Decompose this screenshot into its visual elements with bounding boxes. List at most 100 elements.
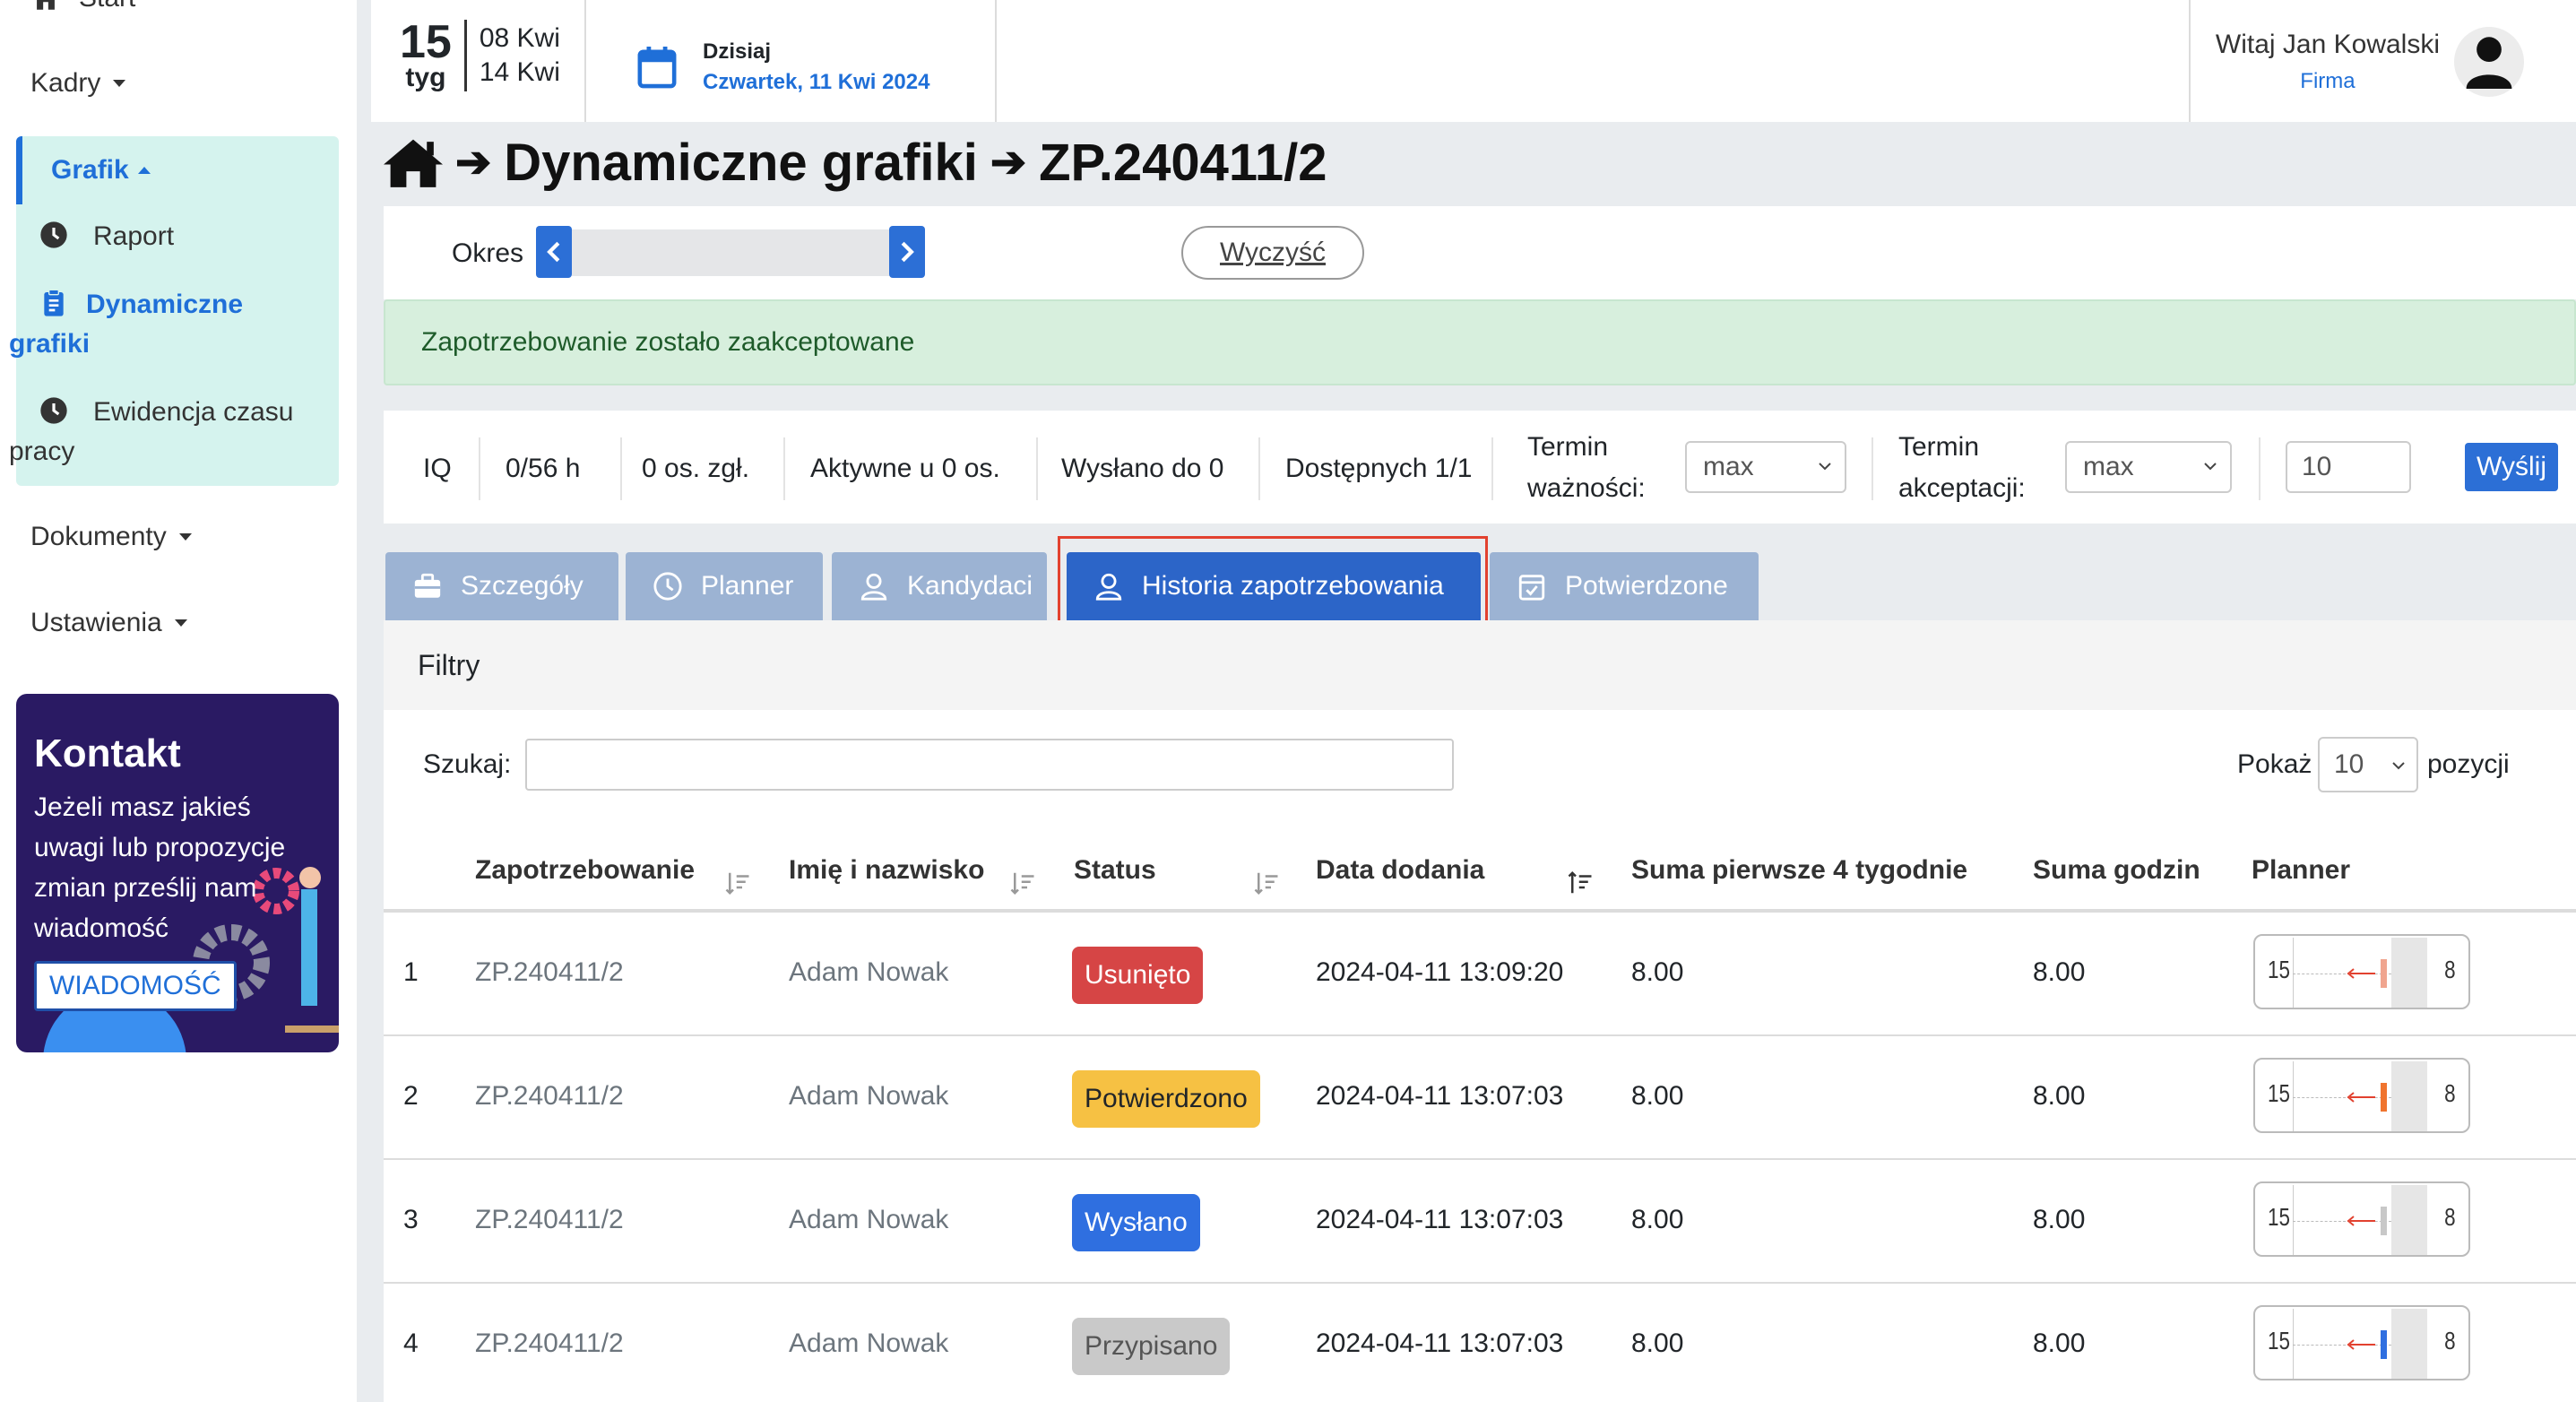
user-icon	[860, 573, 887, 601]
today-indicator[interactable]: Dzisiaj Czwartek, 11 Kwi 2024	[636, 39, 929, 95]
page-size-value: 10	[2334, 749, 2364, 779]
chevron-down-icon	[2204, 463, 2217, 471]
table-row[interactable]: 4 ZP.240411/2 Adam Nowak Przypisano 2024…	[384, 1284, 2576, 1402]
acceptance-value: max	[2083, 452, 2134, 481]
sum4-cell: 8.00	[1631, 957, 1684, 987]
chevron-down-icon	[113, 80, 126, 87]
arrow-right-icon: ➔	[455, 139, 492, 186]
week-end-date: 14 Kwi	[479, 57, 560, 87]
sidebar-item-grafik[interactable]: Grafik	[16, 136, 339, 204]
table-row[interactable]: 1 ZP.240411/2 Adam Nowak Usunięto 2024-0…	[384, 913, 2576, 1036]
planner-widget[interactable]: 15 8	[2253, 1181, 2470, 1257]
sum-cell: 8.00	[2033, 1205, 2086, 1234]
column-header-sum4[interactable]: Suma pierwsze 4 tygodnie	[1631, 855, 1967, 886]
sidebar: Start Kadry Grafik Raport Dynamiczne gra…	[0, 0, 357, 1402]
sidebar-item-start[interactable]: Start	[30, 0, 135, 14]
sort-icon[interactable]	[1253, 870, 1280, 896]
tab-kandydaci[interactable]: Kandydaci	[832, 552, 1047, 620]
arrow-left-icon	[2347, 968, 2375, 979]
status-badge: Wysłano	[1072, 1194, 1200, 1251]
request-cell: ZP.240411/2	[475, 1205, 624, 1234]
tab-potwierdzone[interactable]: Potwierdzone	[1490, 552, 1759, 620]
planner-week: 15	[2268, 1203, 2290, 1231]
breadcrumb: ➔ Dynamiczne grafiki ➔ ZP.240411/2	[384, 133, 1327, 192]
sidebar-item-ewidencja[interactable]: Ewidencja czasu pracy	[9, 393, 321, 472]
tab-label: Szczegóły	[461, 571, 583, 601]
chevron-down-icon	[178, 533, 192, 541]
status-badge: Przypisano	[1072, 1318, 1231, 1375]
planner-week: 15	[2268, 1079, 2290, 1107]
sum4-cell: 8.00	[1631, 1205, 1684, 1234]
stat-reported: 0 os. zgł.	[642, 454, 750, 483]
period-next-button[interactable]	[889, 226, 925, 278]
table-row[interactable]: 2 ZP.240411/2 Adam Nowak Potwierdzono 20…	[384, 1036, 2576, 1160]
period-range[interactable]	[572, 229, 891, 276]
sort-icon[interactable]	[1009, 870, 1036, 896]
user-menu[interactable]: Witaj Jan Kowalski Firma	[2216, 27, 2524, 97]
sort-desc-icon[interactable]	[1567, 870, 1594, 896]
week-label: tyg	[405, 63, 446, 92]
clock-icon	[40, 221, 67, 248]
sidebar-item-label: Start	[79, 0, 135, 13]
acceptance-label: Termin akceptacji:	[1898, 427, 2026, 509]
column-header-date[interactable]: Data dodania	[1316, 855, 1484, 886]
sidebar-item-kadry[interactable]: Kadry	[30, 68, 126, 99]
request-cell: ZP.240411/2	[475, 1328, 624, 1358]
arrow-left-icon	[2347, 1339, 2375, 1350]
sidebar-item-dynamiczne-grafiki[interactable]: Dynamiczne grafiki	[9, 285, 321, 364]
send-button[interactable]: Wyślij	[2465, 443, 2558, 491]
table-row[interactable]: 3 ZP.240411/2 Adam Nowak Wysłano 2024-04…	[384, 1160, 2576, 1284]
row-number: 2	[403, 1081, 419, 1111]
sort-icon[interactable]	[724, 870, 751, 896]
breadcrumb-section[interactable]: Dynamiczne grafiki	[504, 133, 978, 193]
name-cell: Adam Nowak	[789, 1205, 949, 1234]
tab-szczegoly[interactable]: Szczegóły	[385, 552, 618, 620]
home-icon	[37, 0, 55, 10]
sum4-cell: 8.00	[1631, 1328, 1684, 1358]
period-prev-button[interactable]	[536, 226, 572, 278]
count-input[interactable]: 10	[2286, 441, 2411, 493]
validity-select[interactable]: max	[1685, 441, 1846, 493]
sidebar-item-label: Ustawienia	[30, 608, 162, 637]
column-header-sum[interactable]: Suma godzin	[2033, 855, 2200, 886]
week-indicator[interactable]: 15 tyg 08 Kwi 14 Kwi	[400, 19, 560, 92]
status-badge: Usunięto	[1072, 947, 1204, 1004]
tab-planner[interactable]: Planner	[626, 552, 823, 620]
arrow-left-icon	[2347, 1216, 2375, 1226]
tab-label: Potwierdzone	[1565, 571, 1728, 601]
search-input[interactable]	[525, 739, 1454, 791]
filters-header[interactable]: Filtry	[384, 620, 2576, 710]
count-value: 10	[2302, 452, 2332, 481]
planner-marker	[2381, 959, 2387, 988]
home-icon[interactable]	[384, 136, 443, 188]
planner-widget[interactable]: 15 8	[2253, 1305, 2470, 1380]
sidebar-item-dokumenty[interactable]: Dokumenty	[30, 522, 192, 552]
column-header-request[interactable]: Zapotrzebowanie	[475, 855, 695, 886]
planner-marker	[2381, 1330, 2387, 1359]
row-number: 4	[403, 1328, 419, 1358]
page-size-select[interactable]: 10	[2318, 737, 2418, 792]
column-header-name[interactable]: Imię i nazwisko	[789, 855, 984, 886]
validity-label-line: ważności:	[1527, 473, 1646, 503]
sidebar-item-ustawienia[interactable]: Ustawienia	[30, 608, 187, 638]
column-header-status[interactable]: Status	[1074, 855, 1156, 886]
arrow-right-icon: ➔	[990, 139, 1027, 186]
validity-label: Termin ważności:	[1527, 427, 1646, 509]
history-panel: Filtry Szukaj: Pokaż 10 pozycji Zapotrze…	[384, 620, 2576, 1402]
planner-widget[interactable]: 15 8	[2253, 1058, 2470, 1133]
calendar-icon	[637, 47, 677, 89]
sidebar-item-label: Dynamiczne grafiki	[9, 290, 244, 359]
sidebar-item-raport[interactable]: Raport	[16, 217, 174, 256]
avatar[interactable]	[2454, 27, 2524, 97]
contact-title: Kontakt	[34, 731, 181, 775]
clear-button[interactable]: Wyczyść	[1181, 226, 1364, 280]
message-button[interactable]: WIADOMOŚĆ	[34, 961, 237, 1011]
acceptance-select[interactable]: max	[2065, 441, 2232, 493]
planner-hours: 8	[2444, 956, 2456, 983]
chevron-left-icon	[547, 241, 560, 263]
planner-widget[interactable]: 15 8	[2253, 934, 2470, 1009]
stat-active: Aktywne u 0 os.	[810, 454, 1000, 483]
user-greeting: Witaj Jan Kowalski	[2215, 30, 2440, 59]
date-cell: 2024-04-11 13:09:20	[1316, 957, 1564, 987]
chevron-down-icon	[2392, 762, 2405, 770]
